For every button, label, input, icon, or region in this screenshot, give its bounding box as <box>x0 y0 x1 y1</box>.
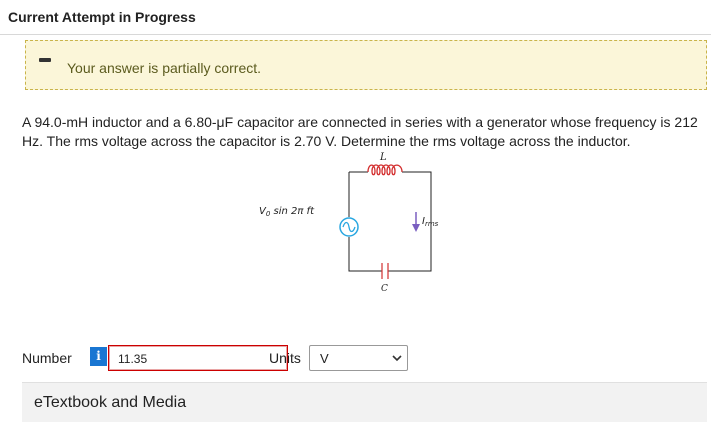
inductor-label: L <box>379 152 387 163</box>
units-select[interactable]: V <box>309 345 408 371</box>
circuit-diagram: L V0 sin 2π ft C Irms <box>259 152 439 292</box>
circuit-wires <box>348 171 432 272</box>
question-text: A 94.0-mH inductor and a 6.80-μF capacit… <box>22 114 698 149</box>
chevron-down-icon <box>392 355 402 362</box>
answer-row: Number i 11.35 Units V <box>22 343 422 373</box>
capacitor-label: C <box>381 284 388 292</box>
units-label: Units <box>269 350 301 366</box>
etextbook-panel[interactable]: eTextbook and Media <box>22 382 707 422</box>
units-selected-value: V <box>320 351 329 366</box>
capacitor-symbol <box>381 263 389 279</box>
current-label: Irms <box>422 216 439 228</box>
etextbook-label: eTextbook and Media <box>34 394 187 411</box>
page-header: Current Attempt in Progress <box>0 0 711 35</box>
answer-input[interactable]: 11.35 <box>108 345 288 371</box>
current-arrow-icon <box>412 212 420 232</box>
page-title: Current Attempt in Progress <box>8 9 196 25</box>
number-label: Number <box>22 350 72 366</box>
partial-minus-icon <box>39 58 51 62</box>
feedback-message: Your answer is partially correct. <box>67 60 262 76</box>
inductor-symbol <box>367 164 403 176</box>
info-icon[interactable]: i <box>90 347 107 366</box>
source-label: V0 sin 2π ft <box>259 206 315 218</box>
feedback-banner: Your answer is partially correct. <box>25 40 707 90</box>
answer-value: 11.35 <box>118 352 148 366</box>
